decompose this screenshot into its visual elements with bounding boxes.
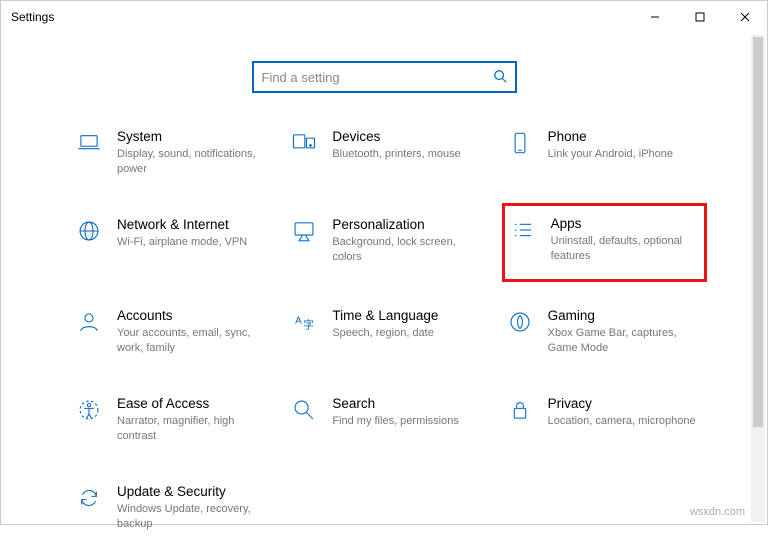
settings-grid: System Display, sound, notifications, po…	[1, 123, 767, 537]
tile-title: Accounts	[117, 308, 267, 323]
tile-update-security[interactable]: Update & Security Windows Update, recove…	[71, 478, 276, 537]
tile-time-language[interactable]: A字 Time & Language Speech, region, date	[286, 302, 491, 362]
globe-icon	[75, 217, 103, 245]
tile-title: Search	[332, 396, 459, 411]
tile-desc: Background, lock screen, colors	[332, 235, 482, 265]
tile-desc: Narrator, magnifier, high contrast	[117, 414, 267, 444]
tile-desc: Display, sound, notifications, power	[117, 147, 267, 177]
watermark: wsxdn.com	[690, 506, 745, 518]
magnifier-icon	[290, 396, 318, 424]
tile-desc: Wi-Fi, airplane mode, VPN	[117, 235, 247, 250]
language-icon: A字	[290, 308, 318, 336]
search-input[interactable]	[262, 70, 493, 85]
tile-desc: Uninstall, defaults, optional features	[551, 234, 700, 264]
tile-title: Gaming	[548, 308, 698, 323]
tile-title: Personalization	[332, 217, 482, 232]
scrollbar-thumb[interactable]	[753, 37, 763, 427]
search-wrap	[1, 61, 767, 93]
laptop-icon	[75, 129, 103, 157]
tile-title: Devices	[332, 129, 460, 144]
tile-accounts[interactable]: Accounts Your accounts, email, sync, wor…	[71, 302, 276, 362]
close-button[interactable]	[722, 1, 767, 33]
maximize-button[interactable]	[677, 1, 722, 33]
tile-desc: Xbox Game Bar, captures, Game Mode	[548, 326, 698, 356]
tile-desc: Speech, region, date	[332, 326, 438, 341]
titlebar: Settings	[1, 1, 767, 33]
window-title: Settings	[11, 10, 54, 24]
tile-title: Phone	[548, 129, 673, 144]
tile-title: Network & Internet	[117, 217, 247, 232]
search-icon	[493, 69, 507, 86]
svg-text:字: 字	[304, 319, 315, 332]
tile-desc: Bluetooth, printers, mouse	[332, 147, 460, 162]
list-icon	[509, 216, 537, 244]
tile-title: System	[117, 129, 267, 144]
sync-icon	[75, 484, 103, 512]
tile-network[interactable]: Network & Internet Wi-Fi, airplane mode,…	[71, 211, 276, 275]
tile-desc: Your accounts, email, sync, work, family	[117, 326, 267, 356]
tile-desc: Windows Update, recovery, backup	[117, 502, 267, 532]
tile-title: Apps	[551, 216, 700, 231]
tile-apps[interactable]: Apps Uninstall, defaults, optional featu…	[502, 203, 707, 283]
tile-title: Update & Security	[117, 484, 267, 499]
svg-text:A: A	[295, 316, 302, 327]
window-controls	[632, 1, 767, 33]
tile-system[interactable]: System Display, sound, notifications, po…	[71, 123, 276, 183]
tile-search[interactable]: Search Find my files, permissions	[286, 390, 491, 450]
tile-devices[interactable]: Devices Bluetooth, printers, mouse	[286, 123, 491, 183]
tile-personalization[interactable]: Personalization Background, lock screen,…	[286, 211, 491, 275]
tile-desc: Location, camera, microphone	[548, 414, 696, 429]
tile-desc: Find my files, permissions	[332, 414, 459, 429]
devices-icon	[290, 129, 318, 157]
tile-ease-of-access[interactable]: Ease of Access Narrator, magnifier, high…	[71, 390, 276, 450]
tile-title: Time & Language	[332, 308, 438, 323]
tile-privacy[interactable]: Privacy Location, camera, microphone	[502, 390, 707, 450]
minimize-button[interactable]	[632, 1, 677, 33]
search-box[interactable]	[252, 61, 517, 93]
gaming-icon	[506, 308, 534, 336]
scrollbar[interactable]	[751, 35, 765, 522]
paint-icon	[290, 217, 318, 245]
tile-desc: Link your Android, iPhone	[548, 147, 673, 162]
phone-icon	[506, 129, 534, 157]
person-icon	[75, 308, 103, 336]
tile-title: Ease of Access	[117, 396, 267, 411]
tile-title: Privacy	[548, 396, 696, 411]
tile-gaming[interactable]: Gaming Xbox Game Bar, captures, Game Mod…	[502, 302, 707, 362]
tile-phone[interactable]: Phone Link your Android, iPhone	[502, 123, 707, 183]
accessibility-icon	[75, 396, 103, 424]
lock-icon	[506, 396, 534, 424]
